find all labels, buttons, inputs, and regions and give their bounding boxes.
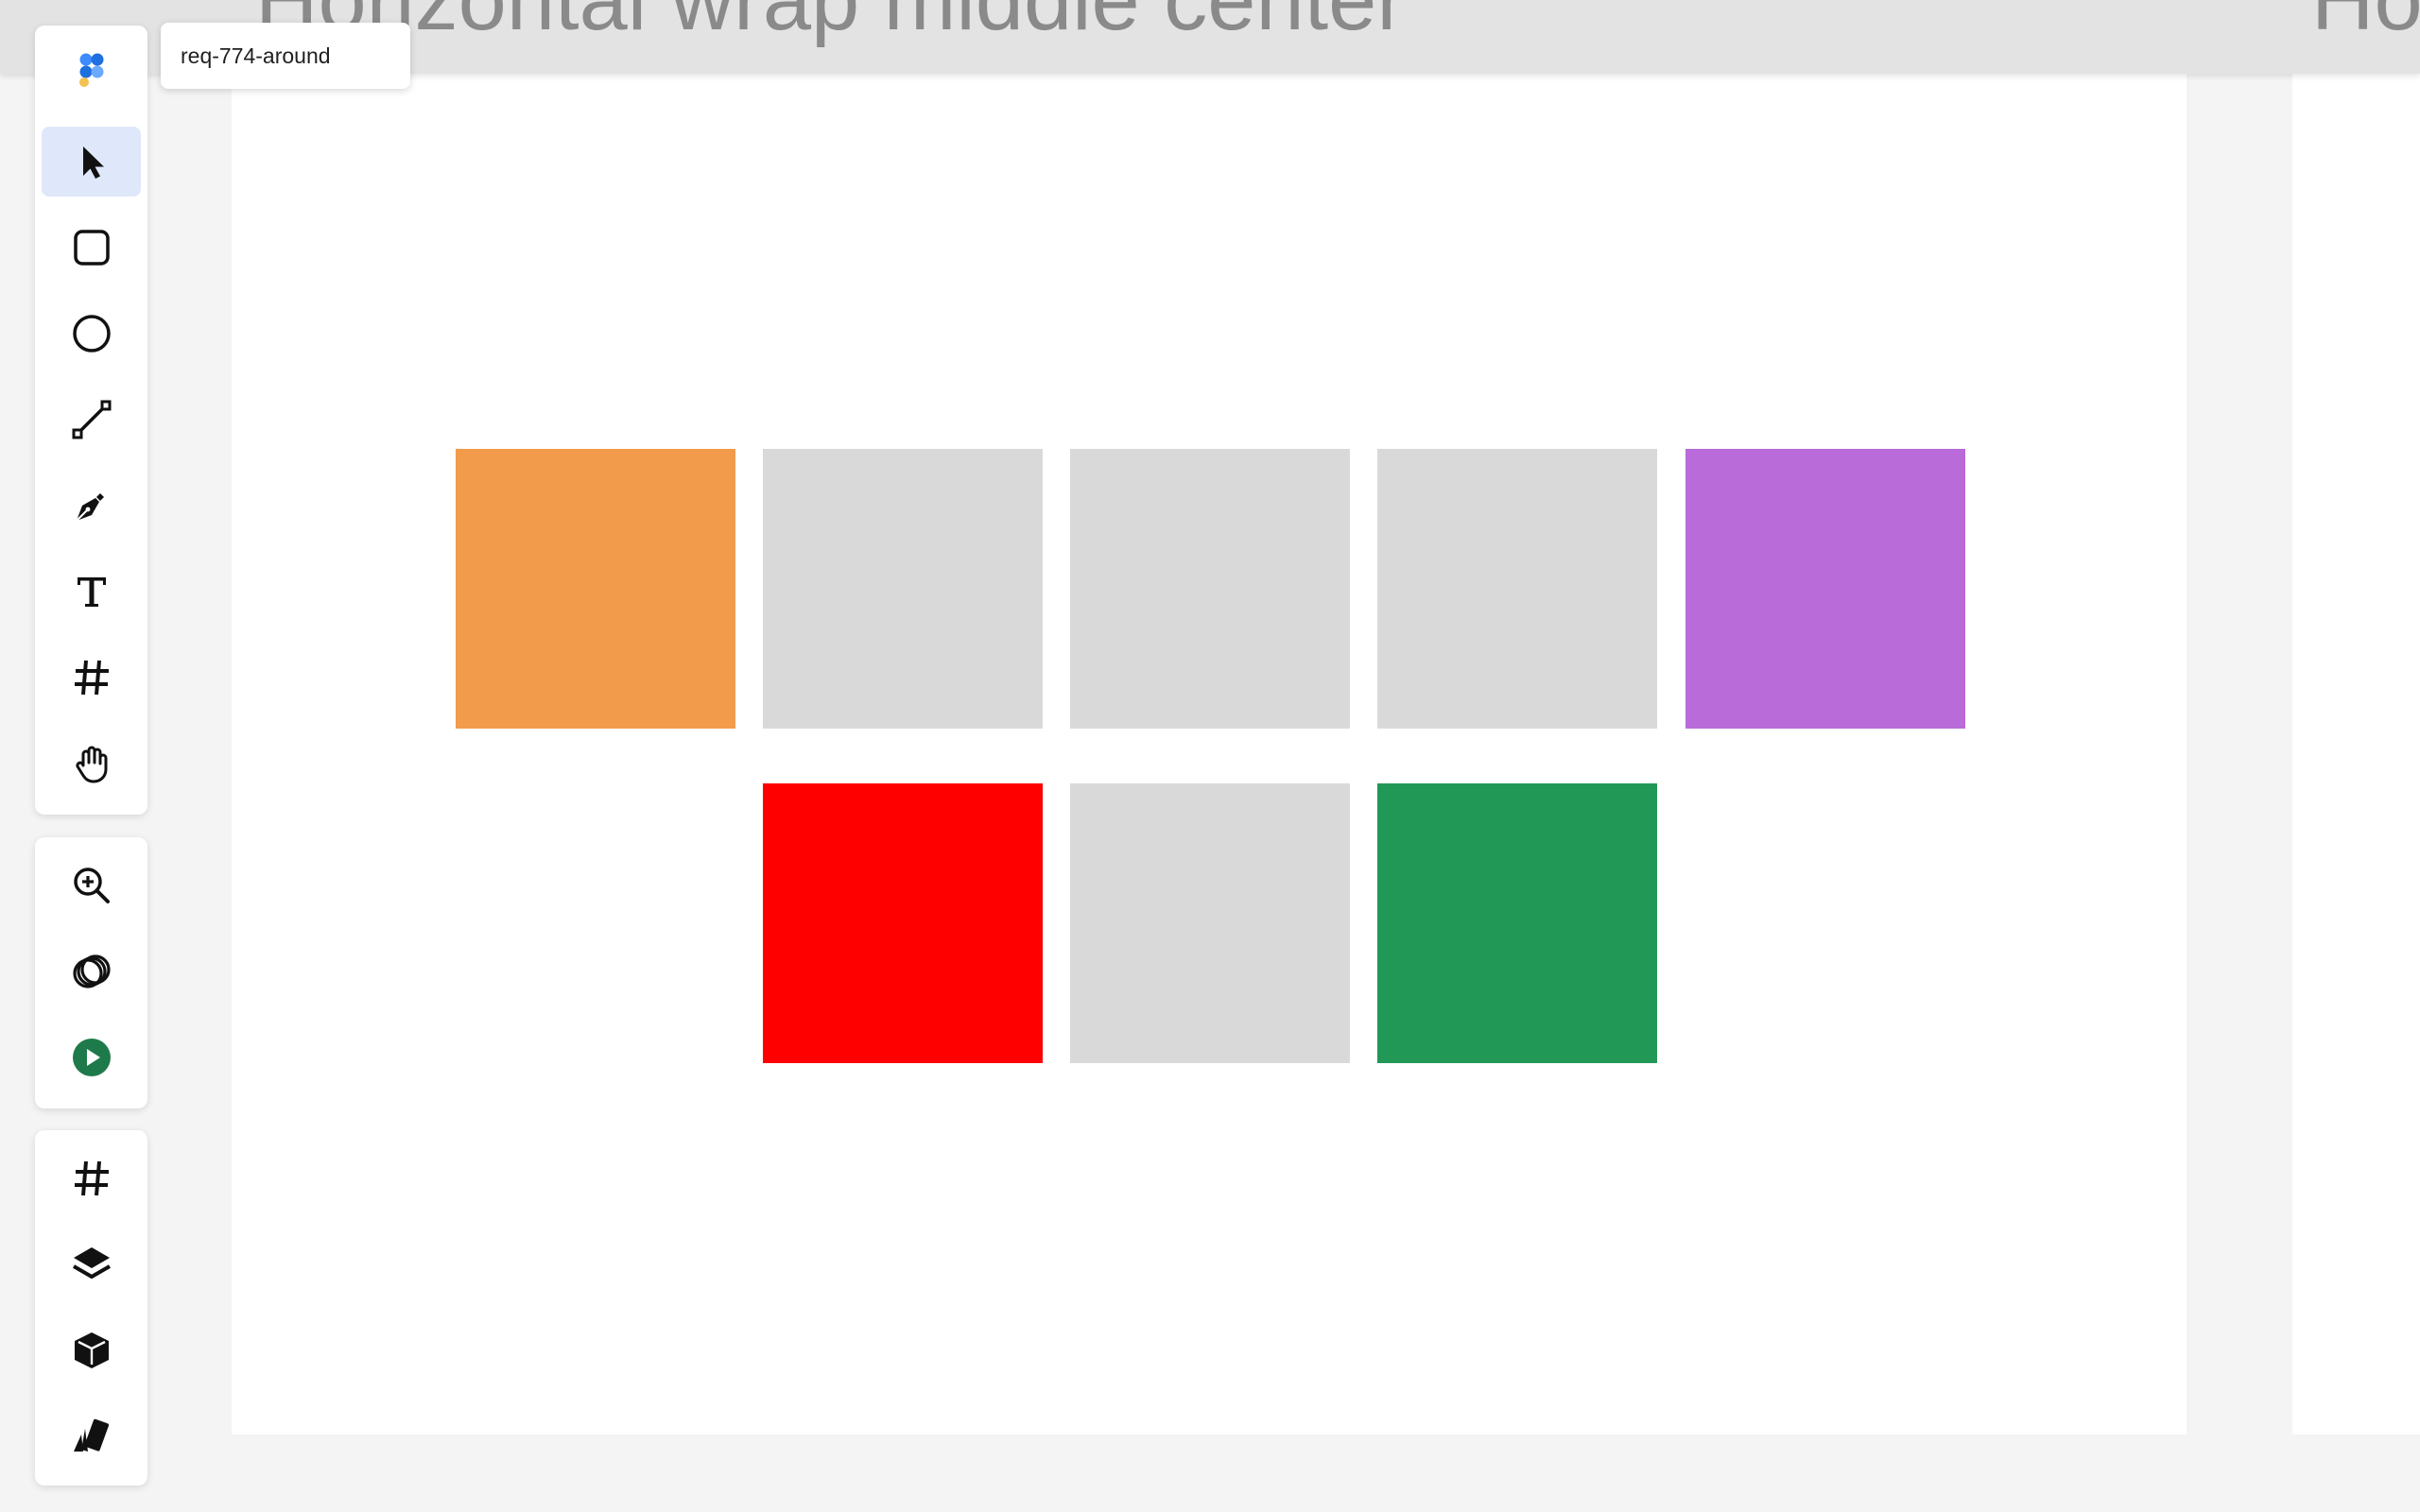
line-icon [72,400,111,439]
pen-icon [75,493,104,522]
pointer-icon [82,146,104,179]
tile-green[interactable] [1377,783,1657,1063]
pen-tool[interactable] [42,471,141,541]
rectangle-tool[interactable] [42,213,141,283]
text-tool[interactable] [42,557,141,627]
hand-icon [75,746,107,783]
components-button[interactable] [42,1315,141,1385]
cube-icon [74,1332,109,1368]
play-icon [72,1039,111,1076]
frame-title-next[interactable]: Ho [2311,0,2420,43]
main-toolbar [35,26,147,815]
tile-gray-1[interactable] [763,449,1043,729]
view-toolbar [35,837,147,1108]
text-icon [77,577,106,607]
grid-tool[interactable] [42,1143,141,1213]
app-window: Horizontal wrap middle center Ho req-774… [0,0,2420,1512]
artboard-horizontal-wrap[interactable] [232,74,2187,1435]
frame-tool[interactable] [42,643,141,713]
frame-hash-icon [74,660,109,696]
overlap-tool[interactable] [42,936,141,1006]
zoom-tool[interactable] [42,850,141,920]
tile-gray-4[interactable] [1070,783,1350,1063]
tile-gray-3[interactable] [1377,449,1657,729]
layers-icon [72,1247,111,1279]
rectangle-icon [73,230,110,266]
zoom-in-icon [73,868,110,903]
line-tool[interactable] [42,385,141,455]
play-button[interactable] [42,1022,141,1092]
pointer-tool[interactable] [42,127,141,197]
artboard-next[interactable] [2292,74,2420,1435]
frame-title-main[interactable]: Horizontal wrap middle center [255,0,1406,43]
tile-gray-2[interactable] [1070,449,1350,729]
ellipse-icon [72,315,111,352]
cards-icon [73,1418,109,1452]
ellipse-tool[interactable] [42,299,141,369]
hand-tool[interactable] [42,729,141,799]
panels-toolbar [35,1130,147,1486]
tile-purple[interactable] [1685,449,1965,729]
tile-orange[interactable] [456,449,735,729]
tile-red[interactable] [763,783,1043,1063]
overlap-circles-icon [72,954,111,988]
assets-button[interactable] [42,1401,141,1471]
tooltip: req-774-around [161,23,410,89]
layers-button[interactable] [42,1229,141,1299]
logo-icon[interactable] [42,32,141,102]
hash-icon [74,1160,109,1196]
